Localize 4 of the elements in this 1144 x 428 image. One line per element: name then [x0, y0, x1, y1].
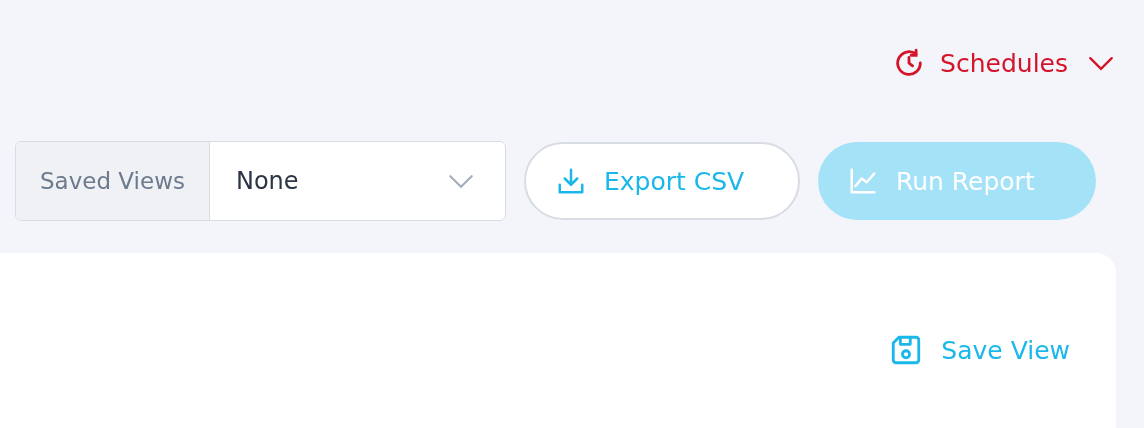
export-csv-button[interactable]: Export CSV	[523, 142, 800, 220]
schedules-menu[interactable]: Schedules	[892, 42, 1114, 84]
save-view-link[interactable]: Save View	[889, 333, 1070, 367]
chevron-icon	[1088, 55, 1114, 71]
